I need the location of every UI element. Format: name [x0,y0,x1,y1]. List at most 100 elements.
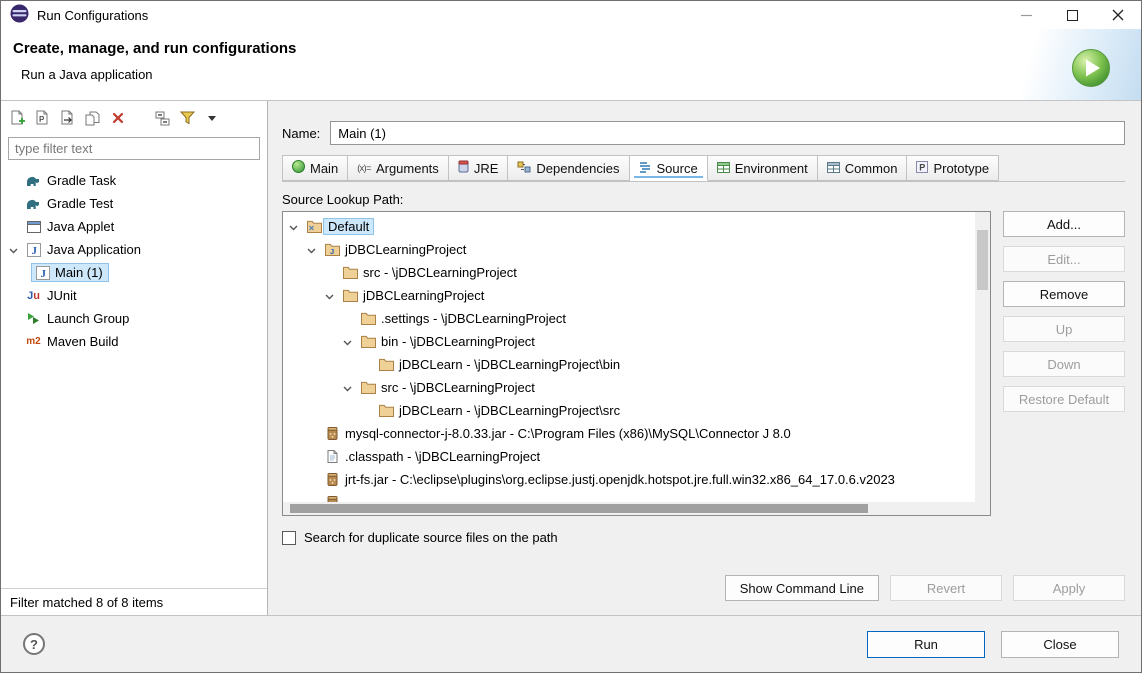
source-lookup-tree: Default J jDBCLearningProject src - \jDB… [282,211,991,516]
source-row-partial[interactable] [283,491,975,502]
file-icon [323,450,341,463]
delete-config-icon[interactable] [109,109,127,127]
close-button[interactable] [1095,1,1141,29]
chevron-down-icon[interactable] [9,242,18,257]
folder-icon [341,289,359,302]
eclipse-logo [10,4,29,26]
up-button[interactable]: Up [1003,316,1125,342]
horizontal-scrollbar-thumb[interactable] [290,504,868,513]
close-dialog-button[interactable]: Close [1001,630,1119,658]
scrollbar-corner [975,502,990,515]
source-row-default[interactable]: Default [283,215,975,238]
source-row[interactable]: jrt-fs.jar - C:\eclipse\plugins\org.ecli… [283,468,975,491]
apply-button[interactable]: Apply [1013,575,1125,601]
tree-item-gradle-task[interactable]: Gradle Task [1,169,267,192]
vertical-scrollbar[interactable] [975,212,990,502]
duplicate-config-icon[interactable] [84,109,102,127]
jar-icon [323,427,341,440]
main-tab-icon [292,160,305,176]
vertical-scrollbar-thumb[interactable] [977,230,988,290]
chevron-down-icon[interactable] [343,380,352,395]
jre-tab-icon [458,160,469,176]
tree-item-java-applet[interactable]: Java Applet [1,215,267,238]
type-filter-input[interactable] [8,137,260,160]
tab-common[interactable]: Common [817,155,908,181]
filter-icon[interactable] [178,109,196,127]
new-prototype-icon[interactable]: P [34,109,52,127]
view-menu-dropdown-icon[interactable] [203,109,221,127]
source-row[interactable]: jDBCLearn - \jDBCLearningProject\bin [283,353,975,376]
config-tabs: Main (x)= Arguments JRE Dependencies Sou… [282,155,1125,182]
dialog-footer: ? Run Close [1,615,1141,672]
folder-icon [341,266,359,279]
down-button[interactable]: Down [1003,351,1125,377]
show-command-line-button[interactable]: Show Command Line [724,575,879,601]
source-row[interactable]: bin - \jDBCLearningProject [283,330,975,353]
chevron-down-icon[interactable] [289,219,298,234]
collapse-all-icon[interactable] [153,109,171,127]
chevron-down-icon[interactable] [307,242,316,257]
edit-button[interactable]: Edit... [1003,246,1125,272]
export-launch-configs-icon[interactable] [59,109,77,127]
folder-icon [377,358,395,371]
tree-item-label: Gradle Task [47,173,117,188]
duplicate-source-checkbox[interactable] [282,530,296,545]
chevron-down-icon[interactable] [325,288,334,303]
tree-item-gradle-test[interactable]: Gradle Test [1,192,267,215]
run-configurations-dialog: Run Configurations Create, manage, and r… [0,0,1142,673]
horizontal-scrollbar[interactable] [283,502,975,515]
tab-dependencies[interactable]: Dependencies [508,155,630,181]
duplicate-source-label: Search for duplicate source files on the… [304,530,558,545]
folder-icon [359,381,377,394]
source-tab-icon [639,161,652,176]
source-path-buttons: Add... Edit... Remove Up Down Restore De… [1003,211,1125,516]
tab-jre[interactable]: JRE [448,155,509,181]
tab-main[interactable]: Main [282,155,349,181]
source-row[interactable]: .classpath - \jDBCLearningProject [283,445,975,468]
help-icon[interactable]: ? [23,633,45,655]
tree-item-main-1[interactable]: J Main (1) [1,261,267,284]
remove-button[interactable]: Remove [1003,281,1125,307]
source-row[interactable]: J jDBCLearningProject [283,238,975,261]
source-row[interactable]: mysql-connector-j-8.0.33.jar - C:\Progra… [283,422,975,445]
junit-icon: Ju [27,289,40,302]
tree-item-label: Java Applet [47,219,115,234]
tree-item-maven-build[interactable]: m2 Maven Build [1,330,267,353]
default-folder-icon [305,220,323,233]
source-row[interactable]: jDBCLearningProject [283,284,975,307]
common-tab-icon [826,161,840,176]
tab-prototype[interactable]: P Prototype [907,155,1000,181]
chevron-down-icon[interactable] [343,334,352,349]
tab-arguments[interactable]: (x)= Arguments [348,155,449,181]
tree-item-java-application[interactable]: J Java Application [1,238,267,261]
minimize-button[interactable] [1003,1,1049,29]
source-row[interactable]: src - \jDBCLearningProject [283,376,975,399]
window-controls [1003,1,1141,29]
config-name-input[interactable] [330,121,1125,145]
new-launch-config-icon[interactable] [9,109,27,127]
java-application-icon: J [34,265,51,280]
maximize-button[interactable] [1049,1,1095,29]
source-row[interactable]: jDBCLearn - \jDBCLearningProject\src [283,399,975,422]
jar-icon [323,473,341,486]
tree-item-launch-group[interactable]: Launch Group [1,307,267,330]
arguments-tab-icon: (x)= [357,163,371,173]
tree-item-label: Maven Build [47,334,119,349]
svg-text:J: J [40,268,46,280]
banner-art [971,29,1141,100]
source-row[interactable]: src - \jDBCLearningProject [283,261,975,284]
duplicate-source-row: Search for duplicate source files on the… [282,530,1125,545]
launch-types-tree: Gradle Task Gradle Test Java Applet J Ja… [1,164,267,588]
selected-highlight: J Main (1) [31,263,109,282]
add-button[interactable]: Add... [1003,211,1125,237]
restore-default-button[interactable]: Restore Default [1003,386,1125,412]
left-toolbar: P [1,101,267,131]
launch-types-panel: P type filter text Gradle Task Gradle Te… [1,101,268,615]
tab-source[interactable]: Source [629,155,708,181]
run-button[interactable]: Run [867,630,985,658]
tab-environment[interactable]: Environment [707,155,818,181]
prototype-tab-icon: P [916,160,929,176]
tree-item-junit[interactable]: Ju JUnit [1,284,267,307]
source-row[interactable]: .settings - \jDBCLearningProject [283,307,975,330]
revert-button[interactable]: Revert [890,575,1002,601]
